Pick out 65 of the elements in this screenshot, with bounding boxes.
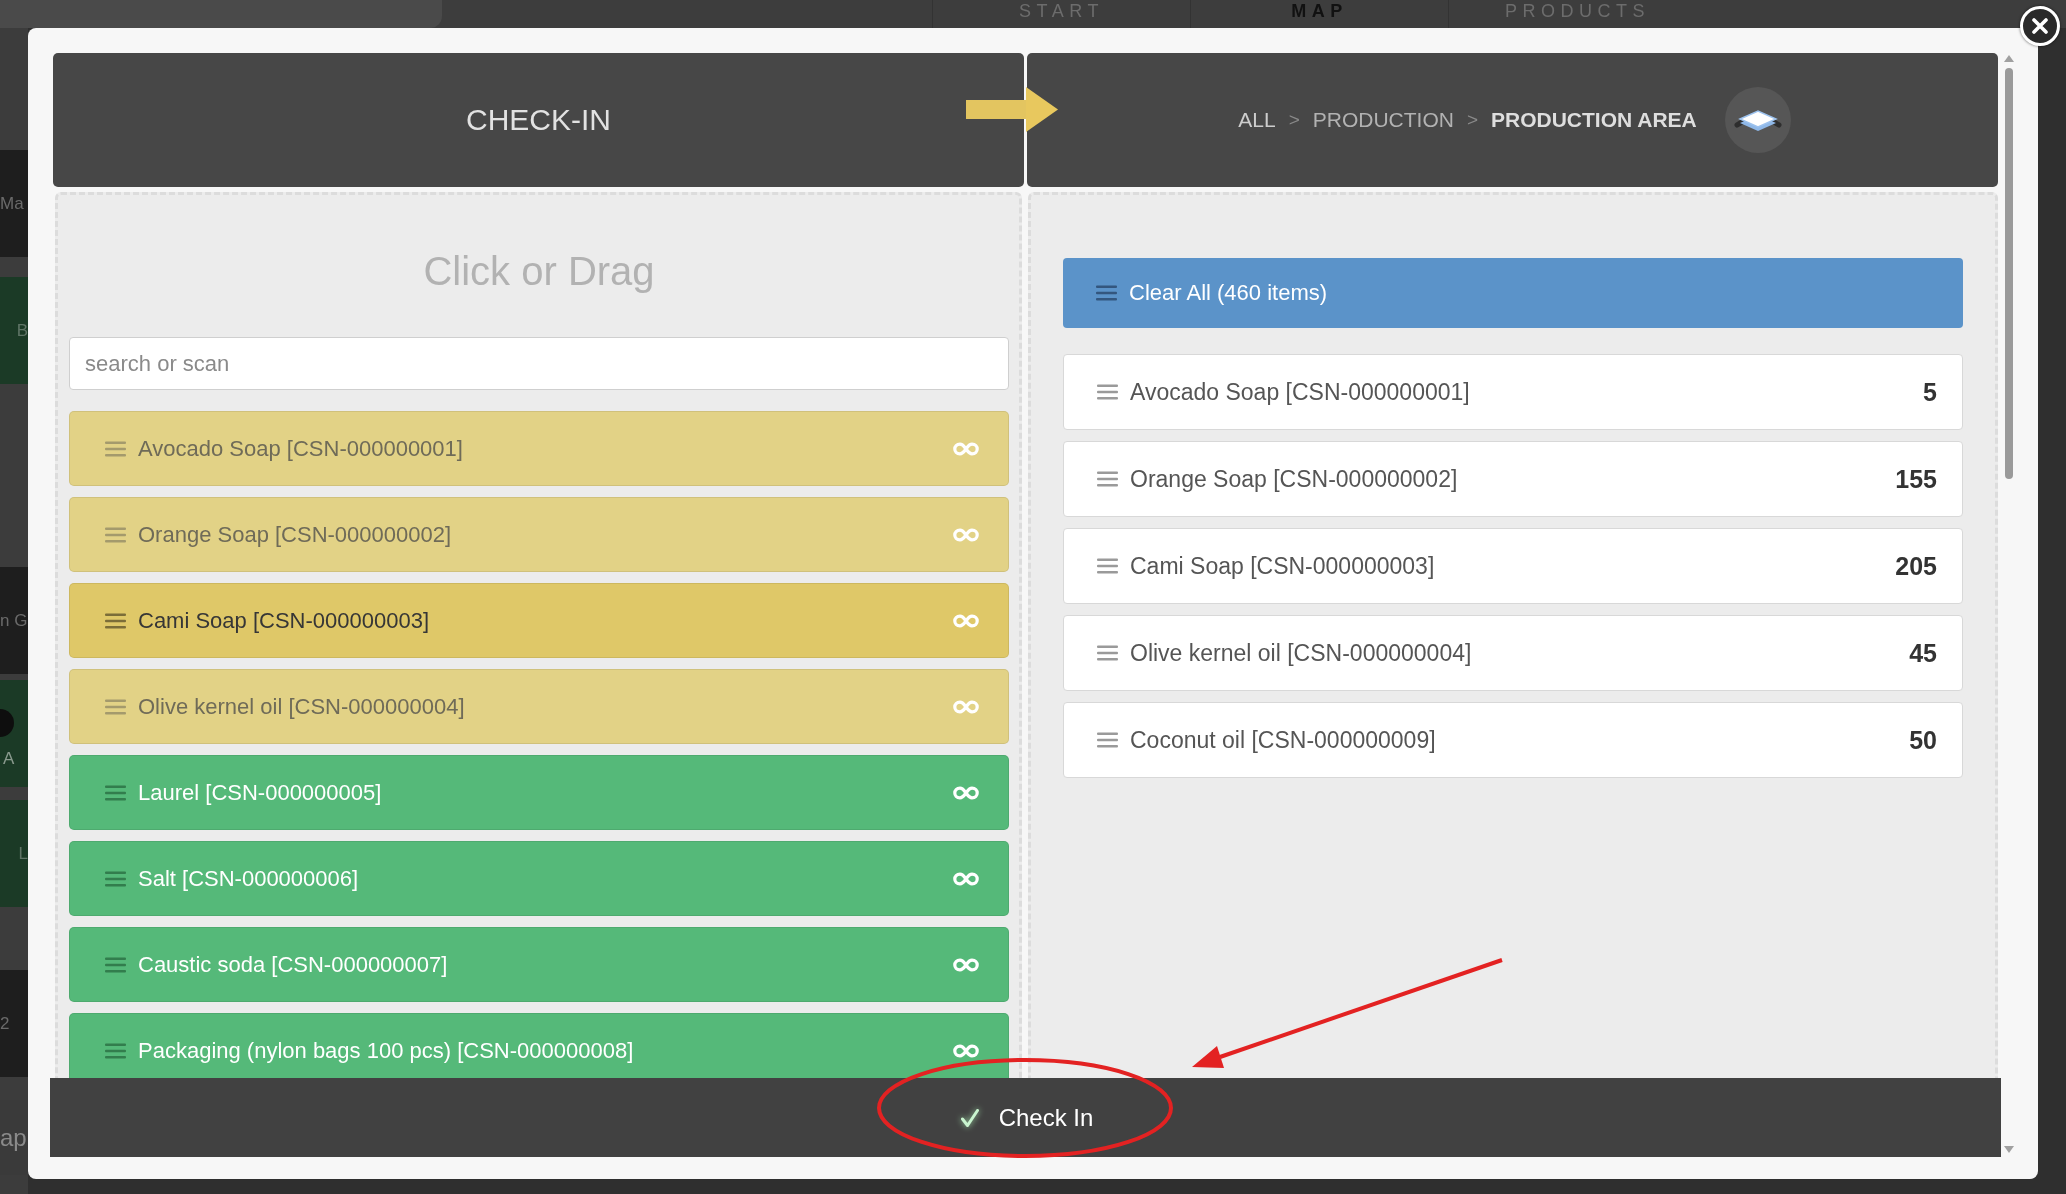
hamburger-icon (1096, 285, 1117, 301)
infinity-icon (953, 441, 979, 456)
breadcrumb-link[interactable]: PRODUCTION AREA (1491, 108, 1697, 132)
breadcrumb-separator: > (1466, 109, 1478, 131)
hamburger-icon (105, 526, 126, 543)
quantity-label: 155 (1895, 464, 1937, 494)
checked-in-item[interactable]: Olive kernel oil [CSN-000000004] 45 (1063, 615, 1963, 691)
scrollbar-thumb[interactable] (2005, 68, 2013, 479)
breadcrumb-link[interactable]: ALL (1238, 108, 1276, 132)
product-item[interactable]: Avocado Soap [CSN-000000001] (69, 411, 1009, 486)
product-item[interactable]: Salt [CSN-000000006] (69, 841, 1009, 916)
hamburger-icon (105, 612, 126, 629)
infinity-icon (953, 527, 979, 542)
product-item[interactable]: Olive kernel oil [CSN-000000004] (69, 669, 1009, 744)
avatar-placeholder (0, 709, 14, 737)
quantity-label: 5 (1923, 377, 1937, 407)
hamburger-icon (1097, 471, 1118, 487)
check-in-button[interactable]: Check In (50, 1078, 2001, 1157)
hamburger-icon (1097, 384, 1118, 400)
close-icon (2032, 18, 2048, 34)
checked-in-item[interactable]: Cami Soap [CSN-000000003] 205 (1063, 528, 1963, 604)
hamburger-icon (105, 698, 126, 715)
text-fragment: n G (0, 610, 28, 631)
hamburger-icon (105, 956, 126, 973)
text-fragment: A (2, 749, 15, 769)
infinity-icon (953, 871, 979, 886)
quantity-label: 45 (1909, 638, 1937, 668)
clear-all-button[interactable]: Clear All (460 items) (1063, 258, 1963, 328)
checked-in-item[interactable]: Orange Soap [CSN-000000002] 155 (1063, 441, 1963, 517)
text-fragment: Ma (0, 193, 24, 214)
hamburger-icon (105, 1042, 126, 1059)
checked-in-item[interactable]: Avocado Soap [CSN-000000001] 5 (1063, 354, 1963, 430)
infinity-icon (953, 1043, 979, 1058)
scroll-up-arrow-icon (2004, 55, 2014, 62)
layers-icon (1724, 87, 1791, 153)
search-field[interactable]: search or scan (69, 337, 1009, 390)
hamburger-icon (1097, 732, 1118, 748)
right-arrow-icon (966, 87, 1058, 132)
product-item[interactable]: Laurel [CSN-000000005] (69, 755, 1009, 830)
checked-in-item[interactable]: Coconut oil [CSN-000000009] 50 (1063, 702, 1963, 778)
quantity-label: 205 (1895, 551, 1937, 581)
text-fragment: B (16, 320, 28, 341)
hamburger-icon (105, 784, 126, 801)
infinity-icon (953, 613, 979, 628)
check-icon (959, 1107, 980, 1128)
product-item[interactable]: Cami Soap [CSN-000000003] (69, 583, 1009, 658)
hamburger-icon (1097, 558, 1118, 574)
product-item[interactable]: Packaging (nylon bags 100 pcs) [CSN-000000008] (69, 1013, 1009, 1078)
infinity-icon (953, 785, 979, 800)
text-fragment: 2 (0, 1013, 10, 1034)
infinity-icon (953, 699, 979, 714)
product-item[interactable]: Caustic soda [CSN-000000007] (69, 927, 1009, 1002)
text-fragment: ap (0, 1123, 27, 1152)
panel-heading: Click or Drag (422, 248, 656, 295)
hamburger-icon (1097, 645, 1118, 661)
hamburger-icon (105, 870, 126, 887)
breadcrumb-link[interactable]: PRODUCTION (1312, 108, 1454, 132)
scroll-down-arrow-icon (2004, 1146, 2014, 1153)
text-fragment: L (18, 843, 28, 864)
quantity-label: 50 (1909, 725, 1937, 755)
dialog-title: CHECK-IN (466, 103, 611, 137)
product-item[interactable]: Orange Soap [CSN-000000002] (69, 497, 1009, 572)
infinity-icon (953, 957, 979, 972)
breadcrumb-separator: > (1288, 109, 1300, 131)
hamburger-icon (105, 440, 126, 457)
